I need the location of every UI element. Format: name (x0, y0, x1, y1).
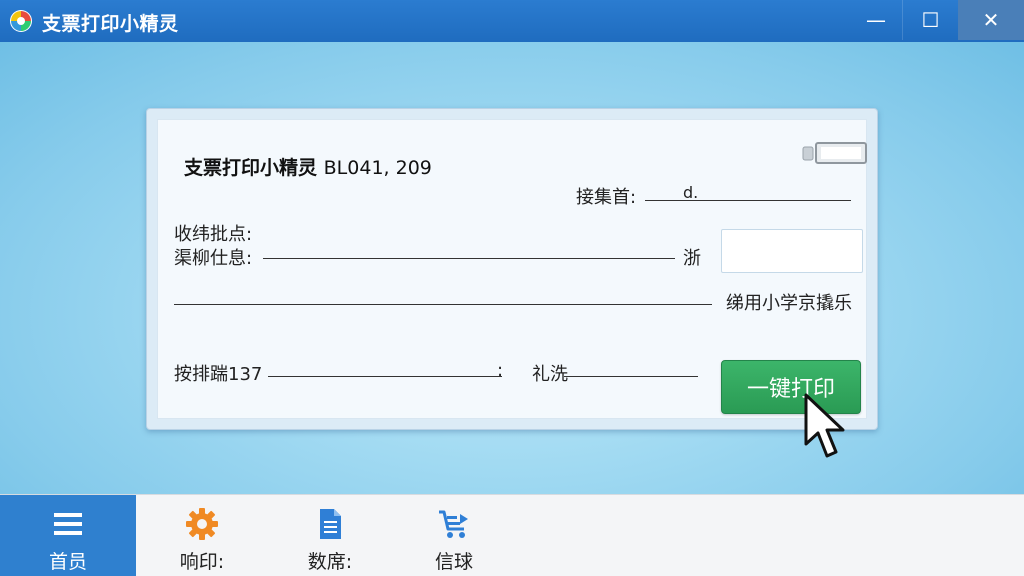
payee-label-2: 渠柳仕息: (174, 248, 253, 269)
purpose-line[interactable] (564, 376, 698, 377)
nav-label-data: 数席: (307, 551, 353, 573)
memo-line[interactable] (174, 304, 712, 305)
title-bar: 支票打印小精灵 — ☐ ✕ (0, 0, 1024, 42)
window-title: 支票打印小精灵 (42, 13, 179, 35)
purpose-label: 礼洗 (532, 364, 568, 385)
payee-label-1: 收纬批点: (174, 224, 253, 245)
cheque-form: 支票打印小精灵 BL041, 209 接集首: d. 收纬批点: 渠柳仕息: 浙… (157, 119, 867, 419)
account-colon: : (497, 360, 504, 381)
account-line[interactable] (268, 376, 502, 377)
app-logo-icon (10, 10, 32, 32)
toggle-icon[interactable] (802, 142, 868, 164)
cheque-title: 支票打印小精灵 BL041, 209 (184, 153, 432, 180)
nav-item-data[interactable]: 数席: (262, 495, 398, 576)
minimize-icon: — (866, 8, 886, 32)
nav-item-letter[interactable]: 信球 (386, 495, 522, 576)
cart-icon (439, 510, 468, 538)
mouse-pointer-icon (804, 393, 845, 458)
nav-label-letter: 信球 (434, 551, 473, 573)
menu-icon (54, 513, 82, 535)
cheque-serial: BL041, 209 (323, 157, 432, 179)
gear-icon (186, 508, 218, 540)
minimize-button[interactable]: — (848, 0, 904, 40)
maximize-button[interactable]: ☐ (902, 0, 958, 40)
bottom-navigation: 首员 响印: 数席: 信球 (0, 494, 1024, 576)
close-button[interactable]: ✕ (958, 0, 1024, 40)
close-icon: ✕ (982, 8, 1000, 32)
nav-label-print: 响印: (179, 551, 225, 573)
cheque-panel: 支票打印小精灵 BL041, 209 接集首: d. 收纬批点: 渠柳仕息: 浙… (146, 108, 878, 430)
date-line (645, 200, 851, 201)
date-label: 接集首: (576, 187, 637, 208)
nav-item-home[interactable]: 首员 (0, 495, 136, 576)
nav-item-print[interactable]: 响印: (134, 495, 270, 576)
cheque-title-text: 支票打印小精灵 (184, 157, 318, 179)
amount-input[interactable] (721, 229, 863, 273)
account-label: 按排踹137 (174, 364, 263, 385)
amount-label: 浙 (683, 248, 701, 269)
nav-label-home: 首员 (48, 551, 87, 573)
payee-line[interactable] (263, 258, 675, 259)
maximize-icon: ☐ (921, 8, 940, 32)
document-icon (320, 509, 341, 539)
memo-right-text: 绨用小学京撬乐 (726, 293, 852, 314)
